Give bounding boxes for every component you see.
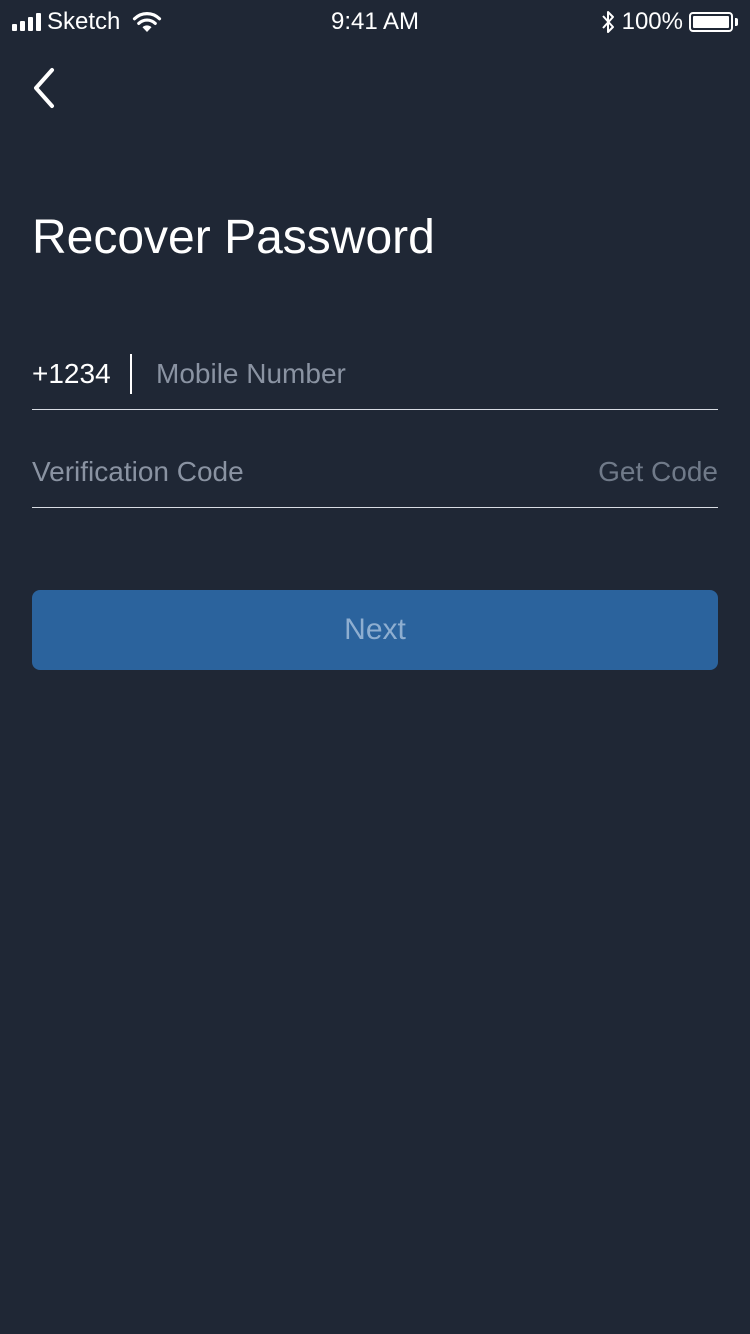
battery-tip	[735, 18, 738, 26]
bluetooth-icon	[601, 11, 614, 33]
page-title: Recover Password	[32, 211, 435, 264]
get-code-button[interactable]: Get Code	[598, 456, 718, 488]
status-bar: Sketch 9:41 AM 100%	[0, 0, 750, 44]
mobile-number-input[interactable]	[156, 353, 718, 394]
verification-code-input[interactable]	[32, 451, 599, 492]
country-code[interactable]: +1234	[32, 358, 130, 390]
battery-fill	[693, 16, 729, 28]
verification-code-row: Get Code	[32, 436, 718, 508]
battery-percent: 100%	[621, 8, 683, 35]
chevron-left-icon	[34, 68, 54, 108]
back-button[interactable]	[26, 64, 66, 112]
field-divider	[130, 353, 132, 394]
mobile-number-row: +1234	[32, 338, 718, 410]
next-button[interactable]: Next	[32, 590, 718, 670]
battery-icon	[689, 12, 733, 32]
status-right: 100%	[600, 8, 738, 36]
